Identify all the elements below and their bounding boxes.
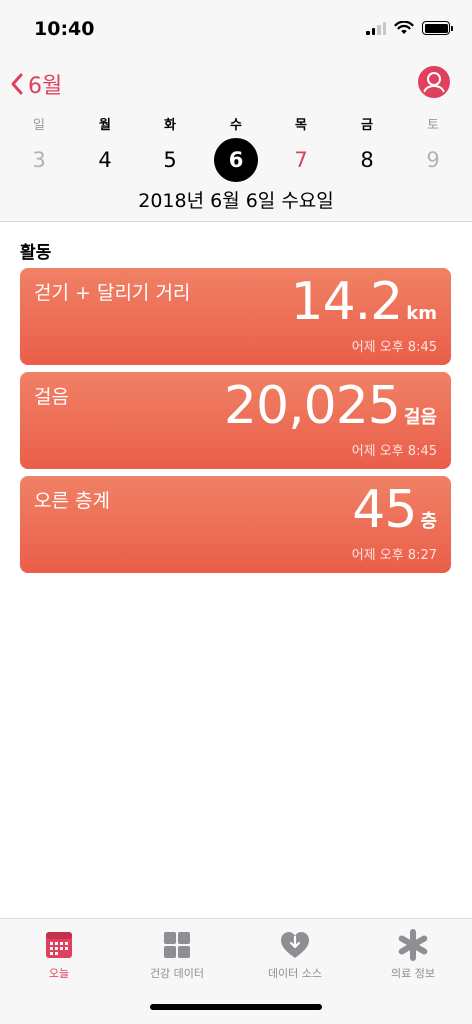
date-cell-selected[interactable]: 6 [214,138,258,182]
weekday-sun: 일 [33,118,45,133]
card-label: 걷기 + 달리기 거리 [34,282,191,304]
distance-card[interactable]: 걷기 + 달리기 거리 14.2 km 어제 오후 8:45 [20,268,451,365]
card-timestamp: 어제 오후 8:45 [351,340,437,355]
date-cell[interactable]: 8 [345,138,389,182]
profile-button[interactable] [418,66,450,98]
card-label: 걸음 [34,386,69,408]
tab-medical-id[interactable]: 의료 정보 [354,929,472,981]
calendar-header: 6월 일 월 화 수 목 금 토 3 4 5 6 7 8 9 2018년 6월 … [0,58,472,222]
card-value-group: 14.2 km [290,272,437,332]
card-unit: 걸음 [403,407,437,428]
heart-download-icon [281,932,309,958]
date-row: 3 4 5 6 7 8 9 [0,138,472,182]
person-icon [422,72,446,96]
cellular-signal-icon [366,21,386,35]
calendar-icon [46,932,72,958]
status-time: 10:40 [34,18,95,40]
date-cell[interactable]: 3 [17,138,61,182]
card-timestamp: 어제 오후 8:27 [351,548,437,563]
tab-label: 오늘 [48,967,70,980]
card-value: 45 [352,480,417,540]
tab-label: 데이터 소스 [267,967,323,980]
card-value: 20,025 [223,376,401,436]
battery-icon [422,21,453,35]
section-title: 활동 [20,243,52,263]
tab-data-sources[interactable]: 데이터 소스 [236,929,354,981]
card-value-group: 20,025 걸음 [224,376,437,436]
date-cell[interactable]: 4 [83,138,127,182]
selected-date-label: 2018년 6월 6일 수요일 [138,190,334,212]
card-value-group: 45 층 [352,480,437,540]
weekday-sat: 토 [427,118,439,133]
weekday-thu: 목 [295,118,307,133]
status-bar: 10:40 [0,0,472,58]
chevron-left-icon [11,73,23,95]
steps-card[interactable]: 걸음 20,025 걸음 어제 오후 8:45 [20,372,451,469]
back-label: 6월 [28,74,63,99]
wifi-icon [394,21,414,34]
date-cell[interactable]: 9 [411,138,455,182]
grid-icon [164,932,190,958]
card-timestamp: 어제 오후 8:45 [351,444,437,459]
weekday-mon: 월 [99,118,111,133]
flights-climbed-card[interactable]: 오른 층계 45 층 어제 오후 8:27 [20,476,451,573]
date-cell-today[interactable]: 7 [279,138,323,182]
tab-label: 건강 데이터 [149,967,205,980]
tab-label: 의료 정보 [391,967,435,980]
weekday-row: 일 월 화 수 목 금 토 [0,114,472,133]
asterisk-icon [398,929,428,961]
weekday-fri: 금 [361,118,373,133]
card-label: 오른 층계 [34,490,110,512]
date-cell[interactable]: 5 [148,138,192,182]
card-unit: km [406,303,437,324]
status-icons [366,21,453,35]
weekday-wed: 수 [230,118,242,133]
weekday-tue: 화 [164,118,176,133]
back-button[interactable]: 6월 [10,68,62,100]
tab-today[interactable]: 오늘 [0,929,118,981]
card-value: 14.2 [290,272,403,332]
card-unit: 층 [420,511,437,532]
tab-health-data[interactable]: 건강 데이터 [118,929,236,981]
home-indicator[interactable] [150,1004,322,1010]
